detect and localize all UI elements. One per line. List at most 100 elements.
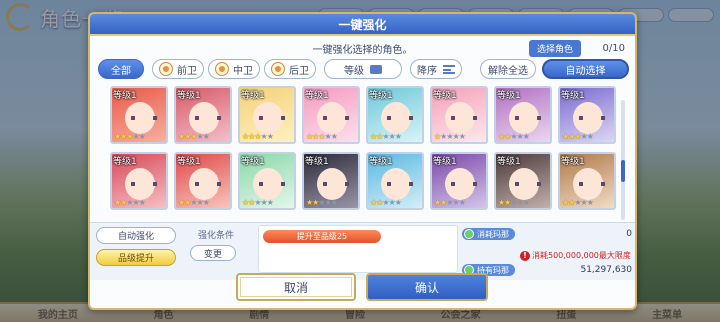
- character-card[interactable]: 等级1 ★★★★★: [302, 86, 360, 144]
- filter-middle-label: 中卫: [233, 65, 253, 77]
- rank-up-button[interactable]: 品级提升: [96, 249, 176, 266]
- star-rating: ★★★★★: [498, 132, 530, 141]
- mana-cost-value: 0: [626, 229, 632, 239]
- star-rating: ★★★★★: [306, 198, 338, 207]
- cancel-label: 取消: [283, 280, 308, 295]
- filter-toolbar: 全部 前卫 中卫 后卫 等级 降序 解除全选 自动选择: [98, 59, 629, 79]
- character-card[interactable]: 等级1 ★★★★★: [558, 152, 616, 210]
- character-level: 等级1: [177, 91, 201, 101]
- filter-front-tab[interactable]: 前卫: [152, 59, 204, 79]
- auto-enhance-button[interactable]: 自动强化: [96, 227, 176, 244]
- star-rating: ★★★★★: [370, 132, 402, 141]
- mana-cost-label: 消耗玛那: [462, 228, 515, 240]
- character-card[interactable]: 等级1 ★★★★★: [430, 152, 488, 210]
- change-condition-label: 变更: [203, 249, 222, 260]
- confirm-button[interactable]: 确认: [366, 273, 488, 301]
- star-rating: ★★★★★: [242, 132, 274, 141]
- character-card[interactable]: 等级1 ★★★★★: [430, 86, 488, 144]
- rank-up-label: 品级提升: [117, 254, 154, 264]
- star-rating: ★★★★★: [178, 198, 210, 207]
- character-card[interactable]: 等级1 ★★★★★: [494, 152, 552, 210]
- front-role-icon: [159, 62, 173, 76]
- change-condition-button[interactable]: 变更: [190, 245, 236, 261]
- star-rating: ★★★★★: [370, 198, 402, 207]
- character-card[interactable]: 等级1 ★★★★★: [238, 152, 296, 210]
- character-level: 等级1: [497, 91, 521, 101]
- character-level: 等级1: [497, 157, 521, 167]
- character-level: 等级1: [305, 157, 329, 167]
- level-dropdown[interactable]: 等级: [324, 59, 402, 79]
- character-card[interactable]: 等级1 ★★★★★: [174, 152, 232, 210]
- star-rating: ★★★★★: [562, 198, 594, 207]
- character-level: 等级1: [433, 157, 457, 167]
- condition-box: 提升至品级25: [258, 225, 458, 273]
- enhance-panel: 自动强化 品级提升 强化条件 变更 提升至品级25 消耗玛那 0 ! 消耗500…: [90, 222, 635, 280]
- character-grid: 等级1 ★★★★★ 等级1 ★★★★★ 等级1 ★★★★★ 等级1 ★★★★★ …: [110, 86, 618, 226]
- selected-value: 0/10: [602, 43, 625, 54]
- cancel-button[interactable]: 取消: [236, 273, 356, 301]
- filter-middle-tab[interactable]: 中卫: [208, 59, 260, 79]
- character-card[interactable]: 等级1 ★★★★★: [174, 86, 232, 144]
- character-card[interactable]: 等级1 ★★★★★: [366, 86, 424, 144]
- scrollbar-thumb[interactable]: [621, 160, 625, 182]
- condition-label: 强化条件: [198, 231, 235, 241]
- sort-order-button[interactable]: 降序: [410, 59, 462, 79]
- filter-all-label: 全部: [111, 65, 131, 77]
- star-rating: ★★★★★: [114, 198, 146, 207]
- selected-count: 选择角色 0/10: [528, 40, 625, 57]
- character-level: 等级1: [113, 157, 137, 167]
- character-level: 等级1: [369, 157, 393, 167]
- character-card[interactable]: 等级1 ★★★★★: [302, 152, 360, 210]
- filter-front-label: 前卫: [177, 65, 197, 77]
- character-level: 等级1: [177, 157, 201, 167]
- selected-label: 选择角色: [528, 40, 581, 57]
- sort-order-label: 降序: [417, 65, 437, 77]
- mana-limit-text: 消耗500,000,000最大限度: [532, 251, 631, 260]
- mana-held-value: 51,297,630: [580, 265, 632, 275]
- confirm-label: 确认: [414, 280, 439, 295]
- star-rating: ★★★★★: [498, 198, 530, 207]
- filter-back-tab[interactable]: 后卫: [264, 59, 316, 79]
- mana-cost-row: 消耗玛那 0: [462, 227, 632, 241]
- enhance-dialog: 一键强化 一键强化选择的角色。 选择角色 0/10 全部 前卫 中卫 后卫 等级…: [88, 12, 637, 310]
- character-card[interactable]: 等级1 ★★★★★: [238, 86, 296, 144]
- grid-scrollbar[interactable]: [621, 100, 625, 220]
- character-level: 等级1: [561, 91, 585, 101]
- condition-tag: 提升至品级25: [263, 230, 381, 243]
- sort-icon: [443, 64, 455, 74]
- character-level: 等级1: [241, 91, 265, 101]
- star-rating: ★★★★★: [114, 132, 146, 141]
- character-level: 等级1: [305, 91, 329, 101]
- dialog-header: 一键强化: [90, 14, 635, 36]
- level-dropdown-label: 等级: [344, 65, 364, 77]
- filter-all-tab[interactable]: 全部: [98, 59, 144, 79]
- middle-role-icon: [215, 62, 229, 76]
- character-card[interactable]: 等级1 ★★★★★: [110, 86, 168, 144]
- deselect-all-button[interactable]: 解除全选: [480, 59, 536, 79]
- mana-icon: [464, 229, 474, 239]
- auto-select-button[interactable]: 自动选择: [542, 59, 629, 79]
- character-level: 等级1: [113, 91, 137, 101]
- deselect-all-label: 解除全选: [488, 65, 528, 77]
- character-level: 等级1: [561, 157, 585, 167]
- mana-cost-text: 消耗玛那: [477, 229, 509, 239]
- character-card[interactable]: 等级1 ★★★★★: [366, 152, 424, 210]
- star-rating: ★★★★★: [434, 198, 466, 207]
- star-rating: ★★★★★: [562, 132, 594, 141]
- character-level: 等级1: [241, 157, 265, 167]
- dropdown-icon: [370, 64, 382, 74]
- character-card[interactable]: 等级1 ★★★★★: [110, 152, 168, 210]
- warning-icon: !: [520, 250, 530, 261]
- condition-tag-text: 提升至品级25: [296, 232, 348, 241]
- character-card[interactable]: 等级1 ★★★★★: [558, 86, 616, 144]
- character-card[interactable]: 等级1 ★★★★★: [494, 86, 552, 144]
- character-level: 等级1: [433, 91, 457, 101]
- back-role-icon: [271, 62, 285, 76]
- character-level: 等级1: [369, 91, 393, 101]
- auto-select-label: 自动选择: [565, 65, 606, 77]
- filter-back-label: 后卫: [289, 65, 309, 77]
- star-rating: ★★★★★: [434, 132, 466, 141]
- star-rating: ★★★★★: [178, 132, 210, 141]
- star-rating: ★★★★★: [306, 132, 338, 141]
- dialog-title: 一键强化: [338, 17, 387, 32]
